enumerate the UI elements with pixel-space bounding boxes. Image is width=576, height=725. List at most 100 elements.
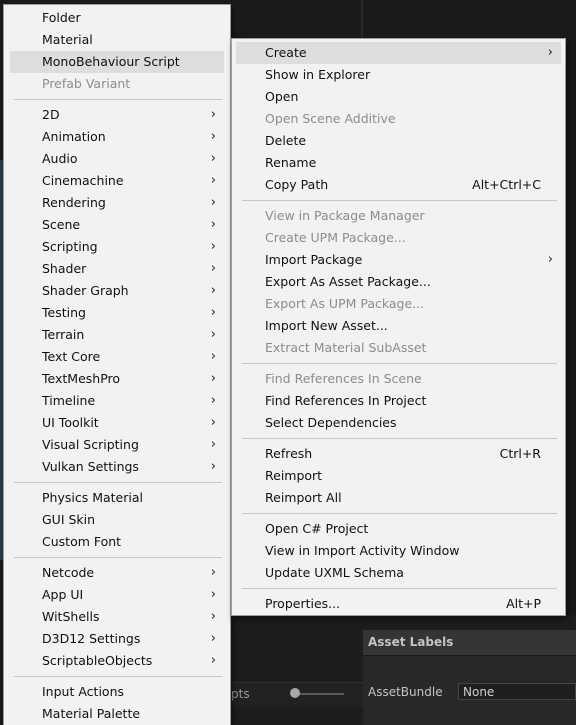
chevron-right-icon: › xyxy=(210,349,216,364)
menu-separator xyxy=(242,200,557,201)
create-item-custom-font[interactable]: Custom Font xyxy=(10,531,224,553)
chevron-right-icon: › xyxy=(547,252,553,267)
menu-item-label: Material Palette xyxy=(42,706,141,721)
context-item-copy-path[interactable]: Copy Path Alt+Ctrl+C xyxy=(236,174,561,196)
create-item-material-palette[interactable]: Material Palette xyxy=(10,703,224,725)
create-item-textmeshpro[interactable]: TextMeshPro › xyxy=(10,368,224,390)
create-item-animation[interactable]: Animation › xyxy=(10,126,224,148)
menu-item-label: Audio xyxy=(42,151,78,166)
create-item-scene[interactable]: Scene › xyxy=(10,214,224,236)
create-item-netcode[interactable]: Netcode › xyxy=(10,562,224,584)
context-item-create[interactable]: Create › xyxy=(236,42,561,64)
create-item-d3d12-settings[interactable]: D3D12 Settings › xyxy=(10,628,224,650)
menu-item-label: Input Actions xyxy=(42,684,125,699)
create-item-material[interactable]: Material xyxy=(10,29,224,51)
menu-item-label: Import Package xyxy=(265,252,363,267)
chevron-right-icon: › xyxy=(210,653,216,668)
menu-item-label: Terrain xyxy=(42,327,85,342)
context-item-import-package[interactable]: Import Package › xyxy=(236,249,561,271)
menu-item-label: Netcode xyxy=(42,565,95,580)
menu-item-label: Scene xyxy=(42,217,81,232)
context-item-show-in-explorer[interactable]: Show in Explorer xyxy=(236,64,561,86)
context-item-view-in-package-manager: View in Package Manager xyxy=(236,205,561,227)
context-item-open-scene-additive: Open Scene Additive xyxy=(236,108,561,130)
context-item-export-as-upm-package: Export As UPM Package... xyxy=(236,293,561,315)
create-item-cinemachine[interactable]: Cinemachine › xyxy=(10,170,224,192)
menu-item-label: 2D xyxy=(42,107,60,122)
menu-item-label: Text Core xyxy=(42,349,101,364)
create-item-text-core[interactable]: Text Core › xyxy=(10,346,224,368)
menu-item-label: Import New Asset... xyxy=(265,318,388,333)
create-item-prefab-variant: Prefab Variant xyxy=(10,73,224,95)
create-item-visual-scripting[interactable]: Visual Scripting › xyxy=(10,434,224,456)
zoom-slider-handle[interactable] xyxy=(290,688,300,698)
context-item-find-references-in-scene: Find References In Scene xyxy=(236,368,561,390)
chevron-right-icon: › xyxy=(210,327,216,342)
context-item-open[interactable]: Open xyxy=(236,86,561,108)
context-item-import-new-asset[interactable]: Import New Asset... xyxy=(236,315,561,337)
context-item-export-as-asset-package[interactable]: Export As Asset Package... xyxy=(236,271,561,293)
create-item-testing[interactable]: Testing › xyxy=(10,302,224,324)
create-item-terrain[interactable]: Terrain › xyxy=(10,324,224,346)
menu-item-label: Shader xyxy=(42,261,87,276)
create-item-ui-toolkit[interactable]: UI Toolkit › xyxy=(10,412,224,434)
create-item-witshells[interactable]: WitShells › xyxy=(10,606,224,628)
context-item-reimport-all[interactable]: Reimport All xyxy=(236,487,561,509)
context-item-select-dependencies[interactable]: Select Dependencies xyxy=(236,412,561,434)
chevron-right-icon: › xyxy=(210,217,216,232)
create-item-vulkan-settings[interactable]: Vulkan Settings › xyxy=(10,456,224,478)
asset-bundle-dropdown[interactable]: None xyxy=(458,683,576,700)
menu-item-label: App UI xyxy=(42,587,84,602)
create-item-gui-skin[interactable]: GUI Skin xyxy=(10,509,224,531)
context-item-properties[interactable]: Properties... Alt+P xyxy=(236,593,561,615)
context-item-update-uxml-schema[interactable]: Update UXML Schema xyxy=(236,562,561,584)
context-item-find-references-in-project[interactable]: Find References In Project xyxy=(236,390,561,412)
zoom-slider-track[interactable] xyxy=(294,693,344,695)
menu-item-label: View in Import Activity Window xyxy=(265,543,460,558)
create-item-shader[interactable]: Shader › xyxy=(10,258,224,280)
create-item-input-actions[interactable]: Input Actions xyxy=(10,681,224,703)
menu-item-label: D3D12 Settings xyxy=(42,631,141,646)
menu-item-shortcut: Alt+Ctrl+C xyxy=(472,177,541,192)
context-item-view-in-import-activity-window[interactable]: View in Import Activity Window xyxy=(236,540,561,562)
menu-item-label: Vulkan Settings xyxy=(42,459,139,474)
menu-item-label: Reimport All xyxy=(265,490,342,505)
menu-item-label: Find References In Project xyxy=(265,393,427,408)
context-item-refresh[interactable]: Refresh Ctrl+R xyxy=(236,443,561,465)
create-item-scriptableobjects[interactable]: ScriptableObjects › xyxy=(10,650,224,672)
menu-item-label: Folder xyxy=(42,10,81,25)
menu-separator xyxy=(242,588,557,589)
menu-separator xyxy=(242,363,557,364)
create-item-timeline[interactable]: Timeline › xyxy=(10,390,224,412)
menu-item-label: Find References In Scene xyxy=(265,371,422,386)
create-item-physics-material[interactable]: Physics Material xyxy=(10,487,224,509)
menu-item-label: Scripting xyxy=(42,239,98,254)
context-item-open-c-project[interactable]: Open C# Project xyxy=(236,518,561,540)
menu-item-label: Animation xyxy=(42,129,106,144)
menu-item-label: ScriptableObjects xyxy=(42,653,153,668)
create-item-app-ui[interactable]: App UI › xyxy=(10,584,224,606)
create-item-scripting[interactable]: Scripting › xyxy=(10,236,224,258)
menu-separator xyxy=(14,557,222,558)
context-item-rename[interactable]: Rename xyxy=(236,152,561,174)
menu-separator xyxy=(14,482,222,483)
context-item-delete[interactable]: Delete xyxy=(236,130,561,152)
menu-separator xyxy=(242,513,557,514)
menu-item-label: View in Package Manager xyxy=(265,208,425,223)
menu-separator xyxy=(242,438,557,439)
create-item-folder[interactable]: Folder xyxy=(10,7,224,29)
footer-text-fragment: pts xyxy=(231,687,250,701)
project-context-menu: Create › Show in Explorer Open Open Scene Ad… xyxy=(231,38,566,616)
menu-item-label: UI Toolkit xyxy=(42,415,99,430)
create-item-monobehaviour-script[interactable]: MonoBehaviour Script xyxy=(10,51,224,73)
menu-item-label: Open xyxy=(265,89,299,104)
menu-item-label: Material xyxy=(42,32,93,47)
chevron-right-icon: › xyxy=(210,305,216,320)
chevron-right-icon: › xyxy=(210,107,216,122)
context-item-reimport[interactable]: Reimport xyxy=(236,465,561,487)
create-item-rendering[interactable]: Rendering › xyxy=(10,192,224,214)
create-item-shader-graph[interactable]: Shader Graph › xyxy=(10,280,224,302)
create-item-2d[interactable]: 2D › xyxy=(10,104,224,126)
menu-item-label: WitShells xyxy=(42,609,100,624)
create-item-audio[interactable]: Audio › xyxy=(10,148,224,170)
